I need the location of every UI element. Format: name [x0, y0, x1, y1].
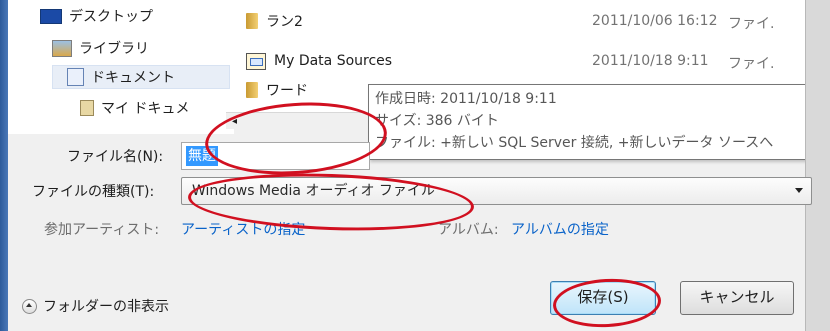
- album-link[interactable]: アルバムの指定: [511, 219, 609, 239]
- file-row-my-data-sources[interactable]: My Data Sources: [246, 49, 392, 73]
- chevron-down-icon[interactable]: [795, 188, 803, 193]
- file-name: ワード: [266, 83, 308, 99]
- window-left-border: [0, 0, 8, 331]
- data-sources-folder-icon: [246, 52, 266, 70]
- nav-item-my-documents[interactable]: マイ ドキュメ: [80, 96, 189, 120]
- file-type: ファイ.: [728, 16, 775, 32]
- nav-item-documents[interactable]: ドキュメント: [52, 65, 230, 89]
- hide-folders-label: フォルダーの非表示: [43, 299, 169, 315]
- tooltip-created: 作成日時: 2011/10/18 9:11: [375, 91, 557, 107]
- folder-icon: [246, 13, 258, 29]
- nav-item-label: ドキュメント: [91, 70, 175, 86]
- file-row-ran2[interactable]: ラン2: [246, 9, 303, 33]
- my-documents-icon: [80, 100, 94, 116]
- nav-item-label: ライブラリ: [79, 41, 149, 57]
- file-tooltip: 作成日時: 2011/10/18 9:11 サイズ: 386 バイト ファイル:…: [368, 84, 830, 160]
- nav-item-label: デスクトップ: [69, 9, 153, 25]
- library-icon: [52, 39, 72, 57]
- desktop-icon: [40, 8, 62, 24]
- file-date: 2011/10/06 16:12: [592, 13, 718, 29]
- document-library-icon: [67, 68, 84, 86]
- file-name: My Data Sources: [274, 53, 393, 69]
- cancel-button[interactable]: キャンセル: [680, 281, 794, 315]
- folder-icon: [246, 82, 258, 98]
- hide-folders-button[interactable]: フォルダーの非表示: [22, 296, 169, 316]
- file-date: 2011/10/18 9:11: [592, 53, 709, 69]
- file-row-word[interactable]: ワード: [246, 78, 308, 102]
- file-type: ファイ.: [728, 56, 775, 72]
- navigation-pane: デスクトップ ライブラリ ドキュメント マイ ドキュメ: [8, 0, 234, 134]
- nav-item-library[interactable]: ライブラリ: [52, 36, 149, 60]
- artist-label: 参加アーティスト:: [44, 222, 160, 238]
- nav-item-desktop[interactable]: デスクトップ: [40, 4, 153, 28]
- filetype-label: ファイルの種類(T):: [32, 184, 155, 200]
- vertical-scrollbar[interactable]: [805, 0, 830, 331]
- tooltip-size: サイズ: 386 バイト: [375, 113, 499, 129]
- nav-item-label: マイ ドキュメ: [101, 101, 190, 117]
- tooltip-files: ファイル: +新しい SQL Server 接続, +新しいデータ ソースへ: [375, 135, 774, 151]
- file-name: ラン2: [266, 14, 303, 30]
- filename-label: ファイル名(N):: [67, 149, 164, 165]
- collapse-up-icon: [22, 298, 37, 314]
